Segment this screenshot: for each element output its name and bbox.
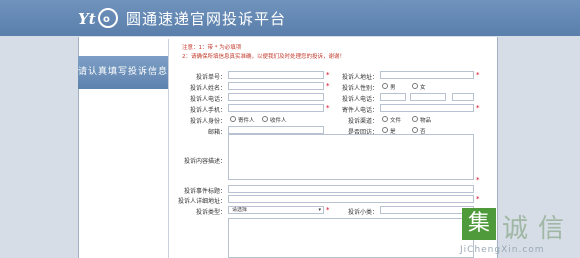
gender-female-label: 女 [420, 85, 426, 91]
required-mark: * [476, 176, 480, 184]
required-mark: * [476, 71, 480, 79]
required-mark: * [476, 195, 480, 203]
label-subject: 投诉事件标题： [183, 188, 226, 195]
type-select[interactable]: 请选择 ▾ [228, 206, 324, 214]
phone-number-input[interactable] [410, 93, 446, 101]
phone-extension-input[interactable] [452, 93, 474, 101]
identity-sender-label: 寄件人 [238, 118, 255, 124]
address-input[interactable] [380, 71, 474, 79]
channel-radio-item[interactable] [412, 116, 418, 122]
required-mark: * [326, 104, 330, 112]
required-mark: * [476, 104, 480, 112]
label-complainant-name: 投诉人姓名： [189, 85, 226, 92]
notice-line-1: 注意：1：带 * 为必填项 [182, 45, 242, 51]
label-channel: 投诉渠道： [347, 118, 378, 125]
complainant-mobile-input[interactable] [228, 104, 324, 112]
chevron-down-icon: ▾ [318, 207, 321, 213]
label-type: 投诉类型： [195, 209, 226, 216]
svg-text:Yt: Yt [78, 10, 96, 28]
phone-area-code-input[interactable] [380, 93, 406, 101]
complainant-phone-input[interactable] [228, 93, 324, 101]
watermark-logo: 集 [462, 208, 496, 240]
complainant-name-input[interactable] [228, 82, 324, 90]
label-contact-phone: 投诉人电话： [341, 96, 378, 103]
label-sender-phone: 寄件人电话： [341, 107, 378, 114]
subject-input[interactable] [228, 185, 474, 193]
watermark: 集 诚 信 JiChengXin.com [456, 203, 580, 258]
gender-male-label: 男 [390, 85, 396, 91]
svg-text:o: o [103, 14, 110, 25]
channel-item-label: 物品 [420, 118, 432, 124]
watermark-char: 诚 [502, 214, 529, 244]
sender-phone-input[interactable] [380, 104, 474, 112]
channel-radio-document[interactable] [382, 116, 388, 122]
callback-radio-no[interactable] [412, 127, 418, 133]
label-address: 投诉人地址： [341, 74, 378, 81]
label-complainant-mobile: 投诉人手机： [189, 107, 226, 114]
label-content: 投诉内容描述： [183, 158, 226, 165]
watermark-url: JiChengXin.com [460, 245, 545, 255]
sidebar-tab[interactable]: 请认真填写投诉信息 [78, 56, 168, 89]
required-mark: * [326, 206, 330, 214]
type-select-value: 请选择 [232, 207, 248, 213]
label-gender: 投诉人性别： [341, 85, 378, 92]
watermark-char: 信 [538, 214, 565, 244]
gender-radio-male[interactable] [382, 83, 388, 89]
extra-textarea[interactable] [228, 218, 474, 258]
notice-line-2: 2：请确保所填信息真实准确，以便我们及时处理您的投诉，谢谢！ [182, 54, 346, 60]
gender-radio-female[interactable] [412, 83, 418, 89]
divider [168, 39, 169, 258]
required-mark: * [326, 82, 330, 90]
complaint-number-input[interactable] [228, 71, 324, 79]
label-complainant-identity: 投诉人身份： [189, 118, 226, 125]
required-mark: * [326, 71, 330, 79]
label-detail-address: 投诉人详细地址： [177, 198, 226, 205]
identity-receiver-label: 收件人 [270, 118, 287, 124]
label-email: 邮箱： [207, 129, 226, 136]
email-input[interactable] [228, 126, 324, 134]
notice: 注意：1：带 * 为必填项 2：请确保所填信息真实准确，以便我们及时处理您的投诉… [182, 44, 345, 62]
site-title: 圆通速递官网投诉平台 [126, 10, 287, 28]
label-complainant-phone: 投诉人电话： [189, 96, 226, 103]
detail-address-input[interactable] [228, 195, 474, 203]
identity-radio-receiver[interactable] [262, 116, 268, 122]
yto-logo: Yt o [78, 8, 118, 28]
channel-document-label: 文件 [390, 118, 402, 124]
label-subtype: 投诉小类： [347, 209, 378, 216]
identity-radio-sender[interactable] [230, 116, 236, 122]
content-textarea[interactable] [228, 134, 474, 180]
callback-radio-yes[interactable] [382, 127, 388, 133]
label-complaint-number: 投诉单号： [195, 74, 226, 81]
